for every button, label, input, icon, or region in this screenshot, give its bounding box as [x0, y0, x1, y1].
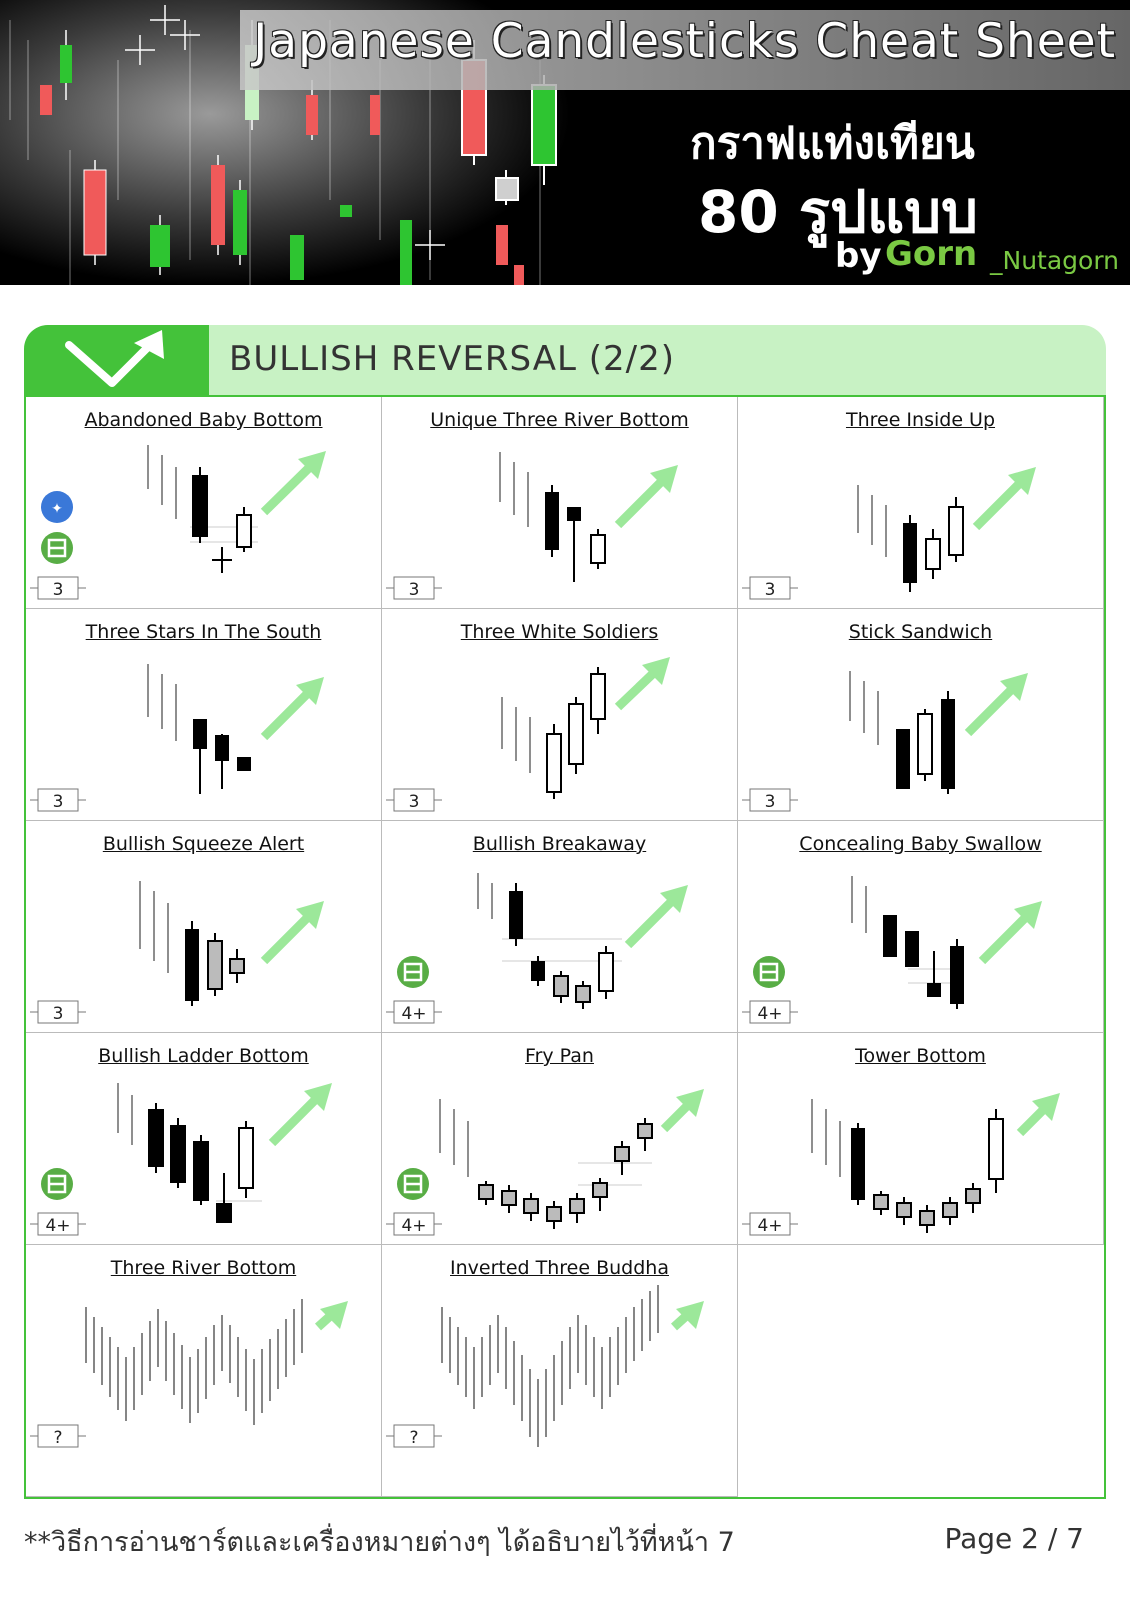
pattern-chart: 4+	[742, 876, 1042, 1024]
empty-cell	[738, 1245, 1104, 1497]
candle-count-label: 3	[409, 792, 420, 812]
pattern-chart: 3	[742, 671, 1028, 812]
pattern-card-inverted-three-buddha[interactable]: Inverted Three Buddha ?	[382, 1245, 738, 1497]
candle-count-label: 4+	[45, 1216, 70, 1236]
pattern-card-abandoned-baby-bottom[interactable]: Abandoned Baby Bottom ✦ 3	[26, 397, 382, 609]
candle-count-label: 4+	[757, 1004, 782, 1024]
candle-count-label: 4+	[401, 1004, 426, 1024]
pattern-card-three-river-bottom[interactable]: Three River Bottom ?	[26, 1245, 382, 1497]
pattern-card-stick-sandwich[interactable]: Stick Sandwich 3	[738, 609, 1104, 821]
page-title: Japanese Candlesticks Cheat Sheet	[253, 14, 1116, 69]
pattern-chart: ?	[30, 1299, 348, 1448]
pattern-card-three-white-soldiers[interactable]: Three White Soldiers 3	[382, 609, 738, 821]
pattern-chart: 4+	[386, 1089, 704, 1236]
pattern-chart: 4+	[30, 1083, 332, 1236]
pattern-chart: ?	[386, 1285, 704, 1448]
section-badge	[24, 325, 209, 399]
bullish-reversal-section: BULLISH REVERSAL (2/2) Abandoned Baby Bo…	[24, 325, 1106, 1500]
pattern-grid: Abandoned Baby Bottom ✦ 3 Unique Three R…	[24, 395, 1106, 1499]
pattern-chart: 3	[30, 881, 324, 1024]
pattern-card-bullish-breakaway[interactable]: Bullish Breakaway 4+	[382, 821, 738, 1033]
candle-count-label: 3	[765, 792, 776, 812]
pattern-card-three-inside-up[interactable]: Three Inside Up 3	[738, 397, 1104, 609]
candle-count-label: 3	[53, 1004, 64, 1024]
pattern-chart: 3	[386, 657, 670, 812]
candle-count-label: 3	[409, 580, 420, 600]
pattern-chart: 4+	[742, 1093, 1060, 1236]
pattern-card-unique-three-river-bottom[interactable]: Unique Three River Bottom 3	[382, 397, 738, 609]
candle-count-label: 4+	[401, 1216, 426, 1236]
candle-count-label: ?	[409, 1428, 418, 1448]
author-brand-second: _Nutagorn	[990, 246, 1120, 275]
candle-count-label: ?	[53, 1428, 62, 1448]
svg-text:✦: ✦	[51, 501, 63, 517]
pattern-chart: ✦ 3	[30, 445, 326, 600]
check-arrow-icon	[65, 330, 164, 387]
pattern-chart: 4+	[386, 873, 688, 1024]
pattern-card-concealing-baby-swallow[interactable]: Concealing Baby Swallow 4+	[738, 821, 1104, 1033]
pattern-chart: 3	[386, 452, 678, 600]
page-number: Page 2 / 7	[944, 1522, 1084, 1555]
pattern-card-bullish-ladder-bottom[interactable]: Bullish Ladder Bottom 4+	[26, 1033, 382, 1245]
pattern-chart: 3	[30, 664, 324, 812]
header-banner: Japanese Candlesticks Cheat Sheet กราฟแท…	[0, 0, 1130, 285]
pattern-card-bullish-squeeze-alert[interactable]: Bullish Squeeze Alert 3	[26, 821, 382, 1033]
pattern-card-fry-pan[interactable]: Fry Pan 4+	[382, 1033, 738, 1245]
candle-count-label: 3	[53, 580, 64, 600]
pattern-card-tower-bottom[interactable]: Tower Bottom 4+	[738, 1033, 1104, 1245]
author-brand-first: Gorn	[885, 234, 978, 274]
candle-count-label: 3	[765, 580, 776, 600]
footer-note: **วิธีการอ่านชาร์ตและเครื่องหมายต่างๆ ได…	[24, 1527, 735, 1558]
author-by: by	[835, 236, 882, 276]
pattern-chart: 3	[742, 467, 1036, 600]
section-title: BULLISH REVERSAL (2/2)	[229, 339, 676, 379]
candle-count-label: 4+	[757, 1216, 782, 1236]
pattern-card-three-stars-in-the-south[interactable]: Three Stars In The South 3	[26, 609, 382, 821]
candle-count-label: 3	[53, 792, 64, 812]
